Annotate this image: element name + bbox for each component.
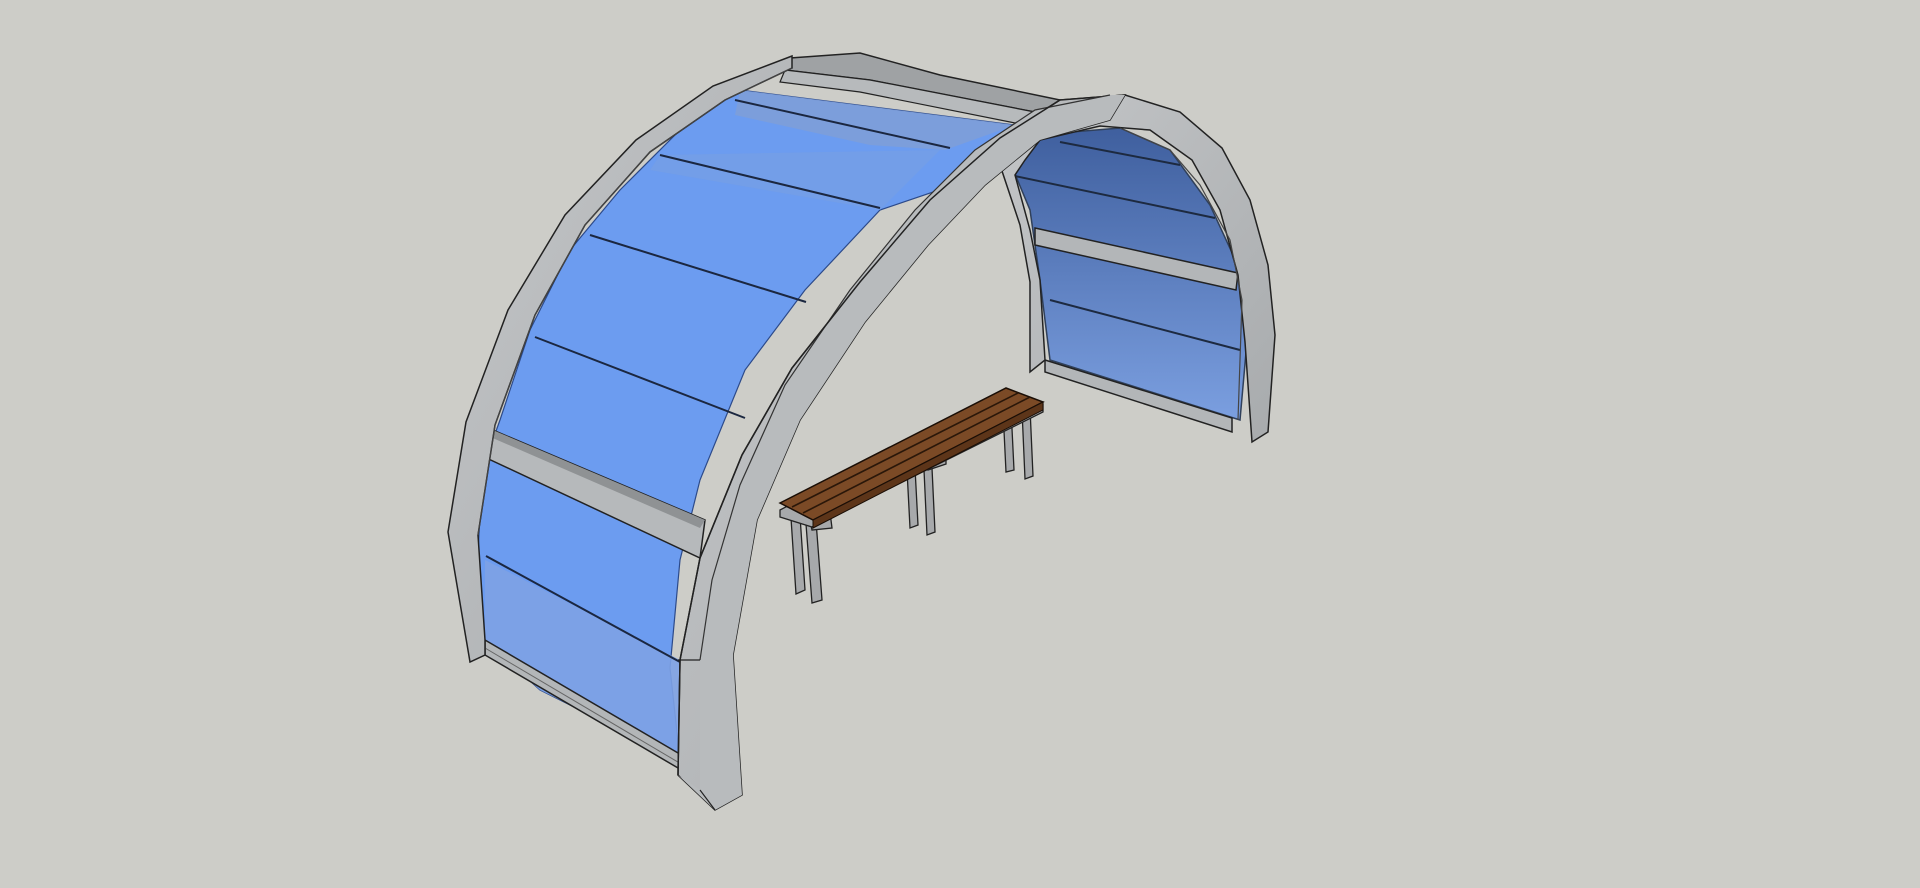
back-arch: [998, 94, 1276, 444]
bench[interactable]: [778, 387, 1045, 604]
3d-model-viewport[interactable]: [0, 0, 1920, 888]
scene-canvas[interactable]: [0, 0, 1920, 888]
